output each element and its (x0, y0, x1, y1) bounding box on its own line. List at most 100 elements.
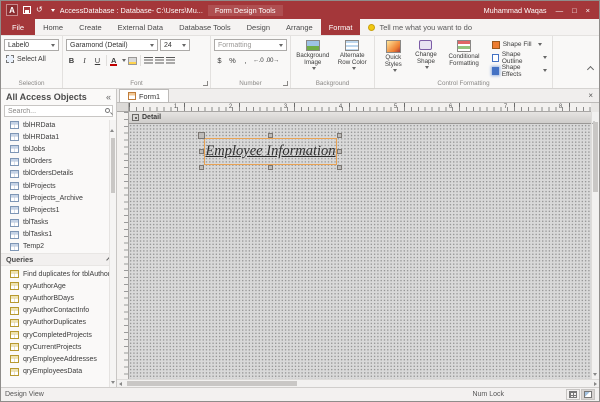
resize-handle-top[interactable] (268, 133, 273, 138)
ruler-number: 2 (203, 103, 258, 111)
resize-handle-top-right[interactable] (337, 133, 342, 138)
currency-format-button[interactable]: $ (214, 55, 225, 67)
tab-database-tools[interactable]: Database Tools (171, 19, 239, 35)
background-color-icon[interactable] (128, 57, 137, 65)
search-input[interactable] (4, 105, 113, 117)
shape-fill-icon (492, 41, 500, 49)
sidebar-item-table[interactable]: tblTasks (1, 217, 116, 229)
ruler-origin-box[interactable] (117, 103, 129, 112)
italic-button[interactable]: I (79, 55, 90, 67)
vertical-scroll-thumb[interactable] (593, 122, 598, 192)
percent-format-button[interactable]: % (227, 55, 238, 67)
document-tab-form1[interactable]: Form1 (119, 89, 169, 102)
conditional-formatting-button[interactable]: Conditional Formatting (443, 39, 484, 77)
close-document-icon[interactable]: × (585, 89, 596, 102)
tab-file[interactable]: File (1, 19, 35, 35)
sidebar-item-table[interactable]: tblTasks1 (1, 229, 116, 241)
sidebar-item-query[interactable]: Find duplicates for tblAuthors (1, 268, 116, 280)
navigation-pane-header[interactable]: All Access Objects « (1, 89, 116, 105)
undo-icon[interactable]: ↺ (36, 6, 43, 14)
change-shape-button[interactable]: Change Shape (411, 39, 442, 77)
sidebar-item-table[interactable]: tblHRData (1, 119, 116, 131)
quick-styles-icon (386, 40, 401, 53)
sidebar-item-table[interactable]: tblOrdersDetails (1, 168, 116, 180)
horizontal-scroll-thumb[interactable] (127, 381, 297, 386)
scroll-left-icon[interactable] (119, 382, 122, 386)
sidebar-item-table[interactable]: tblJobs (1, 143, 116, 155)
increase-decimals-icon[interactable]: ←.0 (253, 57, 263, 64)
resize-handle-bottom[interactable] (268, 165, 273, 170)
save-icon[interactable] (23, 6, 31, 14)
scroll-right-icon[interactable] (594, 382, 597, 386)
font-color-button[interactable]: A (110, 56, 117, 65)
vertical-scrollbar[interactable] (591, 112, 599, 379)
align-left-icon[interactable] (144, 57, 153, 65)
tell-me-box[interactable]: Tell me what you want to do (360, 19, 480, 35)
number-format-combobox[interactable]: Formatting (214, 39, 287, 51)
label-control[interactable]: Employee Information (204, 138, 337, 165)
tab-format[interactable]: Format (321, 19, 361, 35)
detail-section-bar[interactable]: Detail (129, 112, 591, 124)
resize-handle-right[interactable] (337, 149, 342, 154)
section-selector-icon[interactable] (132, 114, 139, 121)
close-button[interactable]: × (586, 6, 590, 15)
scroll-up-icon[interactable] (110, 120, 114, 132)
align-center-icon[interactable] (155, 57, 164, 65)
signed-in-user[interactable]: Muhammad Waqas (484, 6, 547, 15)
scroll-down-icon[interactable] (111, 381, 115, 384)
horizontal-scrollbar[interactable] (117, 379, 599, 387)
sidebar-item-table[interactable]: tblOrders (1, 156, 116, 168)
tab-external-data[interactable]: External Data (110, 19, 171, 35)
sidebar-item-query[interactable]: qryAuthorDuplicates (1, 317, 116, 329)
font-name-combobox[interactable]: Garamond (Detail) (66, 39, 158, 51)
shape-effects-button[interactable]: Shape Effects (490, 65, 549, 76)
font-color-caret-icon[interactable] (122, 59, 126, 62)
sidebar-item-query[interactable]: qryCompletedProjects (1, 329, 116, 341)
sidebar-item-table[interactable]: tblHRData1 (1, 131, 116, 143)
design-view-button[interactable] (581, 389, 595, 400)
resize-handle-left[interactable] (199, 149, 204, 154)
select-all-button[interactable]: Select All (4, 55, 59, 63)
shape-fill-button[interactable]: Shape Fill (490, 39, 549, 50)
font-size-combobox[interactable]: 24 (160, 39, 190, 51)
minimize-button[interactable]: — (556, 6, 564, 15)
form-view-button[interactable] (566, 389, 580, 400)
sidebar-item-query[interactable]: qryEmployeesData (1, 366, 116, 378)
sidebar-item-query[interactable]: qryCurrentProjects (1, 341, 116, 353)
sidebar-item-query[interactable]: qryAuthorBDays (1, 292, 116, 304)
tab-design[interactable]: Design (239, 19, 278, 35)
shutter-bar-icon[interactable]: « (106, 92, 111, 102)
access-app-icon[interactable]: A (6, 4, 18, 16)
sidebar-scrollbar[interactable] (109, 120, 116, 387)
sidebar-item-table[interactable]: Temp2 (1, 241, 116, 253)
tab-create[interactable]: Create (71, 19, 110, 35)
move-handle[interactable] (198, 132, 205, 139)
sidebar-item-table[interactable]: tblProjects (1, 180, 116, 192)
collapse-ribbon-icon[interactable] (587, 66, 594, 73)
decrease-decimals-icon[interactable]: .00→ (265, 57, 279, 64)
sidebar-item-query[interactable]: qryAuthorContactInfo (1, 305, 116, 317)
qat-caret-icon[interactable] (51, 9, 55, 12)
tab-home[interactable]: Home (35, 19, 71, 35)
comma-format-button[interactable]: , (240, 55, 251, 67)
resize-handle-bottom-left[interactable] (199, 165, 204, 170)
shape-outline-button[interactable]: Shape Outline (490, 52, 549, 63)
sidebar-item-query[interactable]: qryAuthorAge (1, 280, 116, 292)
bold-button[interactable]: B (66, 55, 77, 67)
maximize-button[interactable]: □ (572, 6, 577, 15)
underline-button[interactable]: U (92, 55, 103, 67)
align-right-icon[interactable] (166, 57, 175, 65)
selected-object-combobox[interactable]: Label0 (4, 39, 59, 51)
scroll-down-icon[interactable] (593, 373, 597, 376)
quick-styles-button[interactable]: Quick Styles (378, 39, 409, 77)
alternate-row-color-button[interactable]: Alternate Row Color (334, 39, 372, 77)
form-design-grid[interactable]: Employee Information (129, 124, 591, 379)
resize-handle-bottom-right[interactable] (337, 165, 342, 170)
sidebar-item-query[interactable]: qryEmployeeAddresses (1, 353, 116, 365)
sidebar-item-table[interactable]: tblProjects1 (1, 204, 116, 216)
background-image-button[interactable]: Background Image (294, 39, 332, 77)
sidebar-section-queries[interactable]: Queries (1, 253, 116, 266)
sidebar-item-table[interactable]: tblProjects_Archive (1, 192, 116, 204)
sidebar-scroll-thumb[interactable] (111, 138, 115, 193)
tab-arrange[interactable]: Arrange (278, 19, 321, 35)
